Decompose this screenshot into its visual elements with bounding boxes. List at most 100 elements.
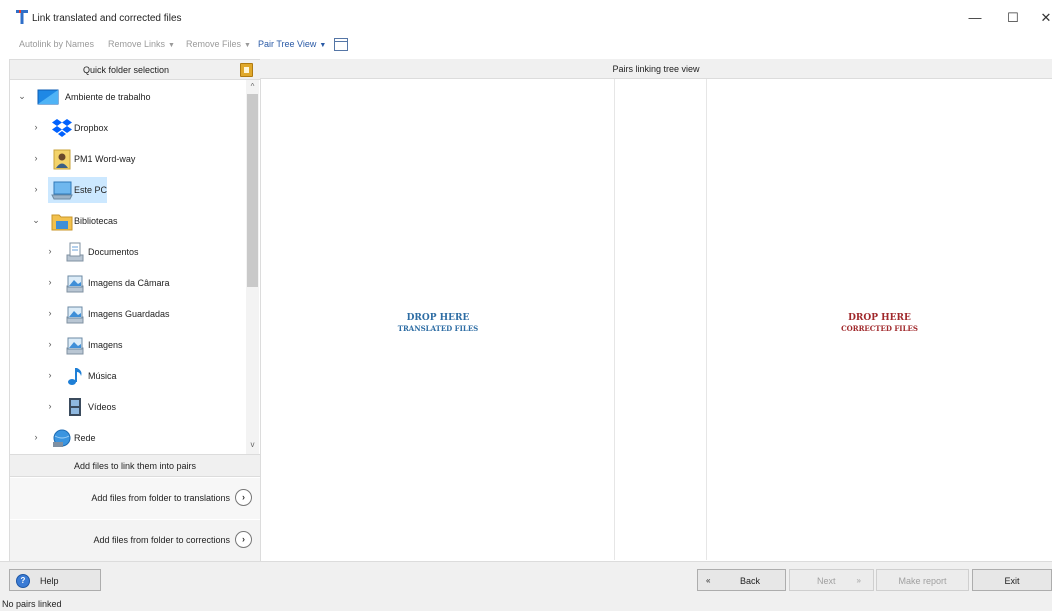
- left-panel: Quick folder selection ⌄ Ambiente de tra…: [9, 59, 261, 562]
- tree-item-label: Rede: [74, 433, 96, 443]
- tree-item-bibliotecas[interactable]: ⌄ Bibliotecas: [10, 208, 240, 234]
- chevron-right-icon[interactable]: ›: [31, 153, 41, 163]
- chevron-down-icon[interactable]: ⌄: [31, 215, 41, 226]
- quick-folder-header: Quick folder selection: [10, 60, 260, 80]
- exit-button[interactable]: Exit: [972, 569, 1052, 591]
- status-bar: No pairs linked: [0, 597, 1052, 611]
- help-button[interactable]: ? Help: [9, 569, 101, 591]
- help-icon: ?: [16, 574, 30, 588]
- pair-tree-view-menu[interactable]: Pair Tree View ▼: [258, 39, 326, 49]
- minimize-button[interactable]: —: [965, 9, 985, 27]
- autolink-label: Autolink by Names: [19, 39, 95, 49]
- tree-item-este-pc[interactable]: › Este PC: [10, 177, 240, 203]
- dropbox-icon: [52, 119, 72, 137]
- chevron-right-icon[interactable]: ›: [45, 401, 55, 411]
- chevron-right-icon[interactable]: ›: [45, 246, 55, 256]
- back-button[interactable]: « Back: [697, 569, 786, 591]
- status-text: No pairs linked: [2, 599, 62, 609]
- chevron-right-circle-icon[interactable]: ›: [235, 489, 252, 506]
- tree-item-ambiente-de-trabalho[interactable]: ⌄ Ambiente de trabalho: [10, 84, 240, 110]
- corrected-drop-zone[interactable]: DROP HERE CORRECTED FILES: [707, 79, 1052, 560]
- pictures-library-icon: [66, 337, 84, 355]
- videos-icon: [69, 398, 81, 416]
- make-report-button[interactable]: Make report: [876, 569, 969, 591]
- pictures-library-icon: [66, 275, 84, 293]
- chevron-right-circle-icon[interactable]: ›: [235, 531, 252, 548]
- close-button[interactable]: ✕: [1036, 9, 1052, 27]
- layout-toggle-icon[interactable]: [334, 38, 348, 51]
- tree-item-musica[interactable]: › Música: [10, 363, 240, 389]
- add-to-translations-label: Add files from folder to translations: [91, 493, 230, 503]
- tree-item-label: Imagens: [88, 340, 123, 350]
- translated-files-label: TRANSLATED FILES: [397, 324, 479, 333]
- chevron-right-icon[interactable]: ›: [45, 370, 55, 380]
- app-logo-icon: [16, 10, 28, 24]
- chevron-right-icon[interactable]: ›: [31, 432, 41, 442]
- pair-tree-view-label: Pair Tree View: [258, 39, 317, 49]
- tree-item-label: Dropbox: [74, 123, 109, 133]
- tree-scrollbar[interactable]: ^ v: [246, 80, 259, 454]
- tree-item-label: Imagens Guardadas: [88, 309, 170, 319]
- tree-item-imagens[interactable]: › Imagens: [10, 332, 240, 358]
- tree-item-label: Ambiente de trabalho: [65, 92, 151, 102]
- add-files-header: Add files to link them into pairs: [10, 454, 260, 477]
- tree-item-pm1-word-way[interactable]: › PM1 Word-way: [10, 146, 240, 172]
- scroll-down-arrow-icon[interactable]: v: [246, 440, 259, 449]
- drop-here-label: DROP HERE: [848, 313, 911, 323]
- network-icon: [53, 429, 71, 447]
- tree-item-label: Música: [88, 371, 117, 381]
- tree-item-documentos[interactable]: › Documentos: [10, 239, 240, 265]
- computer-icon: [51, 181, 73, 200]
- tree-item-label: Imagens da Câmara: [88, 278, 170, 288]
- documents-icon: [66, 242, 84, 262]
- music-icon: [68, 368, 82, 385]
- chevron-down-icon: ▼: [319, 42, 327, 49]
- next-label: Next: [817, 576, 836, 586]
- tree-item-rede[interactable]: › Rede: [10, 425, 240, 451]
- chevron-right-icon[interactable]: ›: [45, 277, 55, 287]
- remove-links-label: Remove Links: [108, 39, 166, 49]
- autolink-by-names-button[interactable]: Autolink by Names: [19, 39, 94, 49]
- add-files-title: Add files to link them into pairs: [73, 461, 197, 471]
- desktop-icon: [37, 89, 59, 105]
- remove-files-menu[interactable]: Remove Files ▼: [186, 39, 251, 49]
- window-title: Link translated and corrected files: [32, 13, 182, 24]
- remove-links-menu[interactable]: Remove Links ▼: [108, 39, 175, 49]
- tree-item-videos[interactable]: › Vídeos: [10, 394, 240, 420]
- title-bar: Link translated and corrected files — ☐ …: [0, 0, 1052, 34]
- scroll-up-arrow-icon[interactable]: ^: [246, 82, 259, 91]
- remove-files-label: Remove Files: [186, 39, 242, 49]
- add-to-corrections-button[interactable]: Add files from folder to corrections ›: [10, 520, 260, 561]
- tree-item-imagens-da-camara[interactable]: › Imagens da Câmara: [10, 270, 240, 296]
- chevron-down-icon[interactable]: ⌄: [17, 91, 27, 102]
- scrollbar-thumb[interactable]: [247, 94, 258, 287]
- tree-item-label: Este PC: [74, 185, 108, 195]
- libraries-icon: [51, 214, 73, 231]
- chevron-right-icon[interactable]: ›: [31, 122, 41, 132]
- tree-item-label: Vídeos: [88, 402, 117, 412]
- help-label: Help: [40, 576, 59, 586]
- chevron-right-icon[interactable]: ›: [45, 339, 55, 349]
- pairs-tree-header: Pairs linking tree view: [260, 59, 1052, 79]
- add-to-corrections-label: Add files from folder to corrections: [93, 535, 230, 545]
- next-button[interactable]: Next »: [789, 569, 874, 591]
- chevron-right-icon[interactable]: ›: [31, 184, 41, 194]
- quick-folder-title: Quick folder selection: [82, 65, 170, 75]
- tree-item-dropbox[interactable]: › Dropbox: [10, 115, 240, 141]
- corrected-files-label: CORRECTED FILES: [841, 324, 918, 333]
- pairs-tree-title: Pairs linking tree view: [612, 64, 700, 74]
- maximize-button[interactable]: ☐: [1003, 9, 1023, 27]
- tree-item-label: PM1 Word-way: [74, 154, 136, 164]
- double-left-arrow-icon: «: [706, 576, 711, 585]
- translated-drop-zone[interactable]: DROP HERE TRANSLATED FILES: [262, 79, 615, 560]
- tree-item-imagens-guardadas[interactable]: › Imagens Guardadas: [10, 301, 240, 327]
- bottom-bar: ? Help « Back Next » Make report Exit: [0, 561, 1052, 597]
- user-folder-icon: [53, 149, 71, 170]
- tree-item-label: Bibliotecas: [74, 216, 118, 226]
- drop-here-label: DROP HERE: [406, 313, 470, 323]
- folder-tree: ⌄ Ambiente de trabalho › Dropbox › PM1 W…: [10, 80, 246, 454]
- add-to-translations-button[interactable]: Add files from folder to translations ›: [10, 478, 260, 519]
- double-right-arrow-icon: »: [856, 576, 861, 585]
- clipboard-icon[interactable]: [240, 63, 253, 77]
- chevron-right-icon[interactable]: ›: [45, 308, 55, 318]
